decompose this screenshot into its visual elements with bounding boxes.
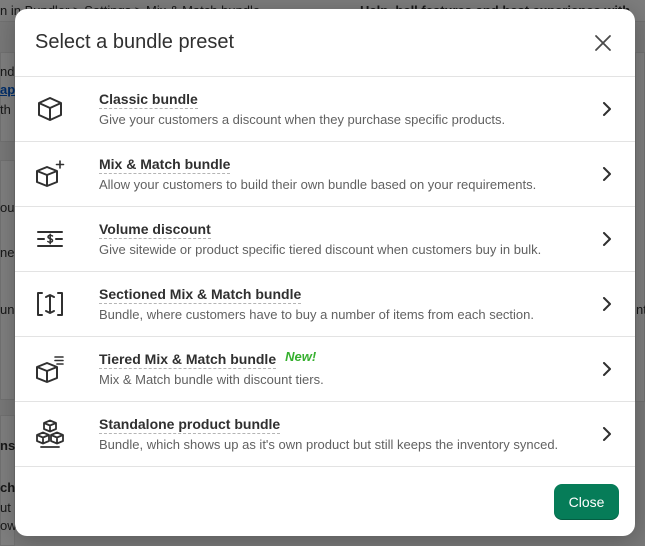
preset-list: Classic bundle Give your customers a dis… (15, 77, 635, 467)
preset-description: Bundle, which shows up as it's own produ… (99, 436, 559, 452)
chevron-right-icon (597, 164, 617, 184)
preset-row-tiered-mix-match-bundle[interactable]: Tiered Mix & Match bundle New! Mix & Mat… (15, 337, 635, 402)
stacked-boxes-icon (35, 419, 65, 449)
box-plus-icon (35, 159, 65, 189)
box-icon (35, 94, 65, 124)
preset-title: Volume discount (99, 220, 211, 239)
preset-description: Give sitewide or product specific tiered… (99, 241, 542, 257)
modal-footer: Close (15, 468, 635, 536)
chevron-right-icon (597, 359, 617, 379)
new-badge: New! (285, 349, 317, 364)
preset-title: Tiered Mix & Match bundle (99, 350, 277, 369)
box-list-icon (35, 354, 65, 384)
preset-title: Classic bundle (99, 90, 198, 109)
chevron-right-icon (597, 294, 617, 314)
preset-description: Mix & Match bundle with discount tiers. (99, 371, 324, 387)
dollar-lines-icon (35, 224, 65, 254)
preset-title: Standalone product bundle (99, 415, 281, 434)
modal-title: Select a bundle preset (35, 31, 235, 53)
modal-header: Select a bundle preset (15, 9, 635, 77)
preset-title: Mix & Match bundle (99, 155, 231, 174)
sectioned-box-icon (35, 289, 65, 319)
preset-description: Give your customers a discount when they… (99, 111, 506, 127)
close-button[interactable]: Close (554, 484, 619, 520)
preset-row-volume-discount[interactable]: Volume discount Give sitewide or product… (15, 207, 635, 272)
preset-description: Bundle, where customers have to buy a nu… (99, 306, 534, 322)
preset-row-classic-bundle[interactable]: Classic bundle Give your customers a dis… (15, 77, 635, 142)
chevron-right-icon (597, 229, 617, 249)
preset-row-standalone-product-bundle[interactable]: Standalone product bundle Bundle, which … (15, 402, 635, 467)
preset-description: Allow your customers to build their own … (99, 176, 537, 192)
chevron-right-icon (597, 424, 617, 444)
preset-title: Sectioned Mix & Match bundle (99, 285, 302, 304)
preset-row-mix-match-bundle[interactable]: Mix & Match bundle Allow your customers … (15, 142, 635, 207)
bundle-preset-modal: Select a bundle preset Classic bundle Gi… (15, 9, 635, 536)
chevron-right-icon (597, 99, 617, 119)
close-icon[interactable] (587, 27, 619, 59)
preset-row-sectioned-mix-match-bundle[interactable]: Sectioned Mix & Match bundle Bundle, whe… (15, 272, 635, 337)
